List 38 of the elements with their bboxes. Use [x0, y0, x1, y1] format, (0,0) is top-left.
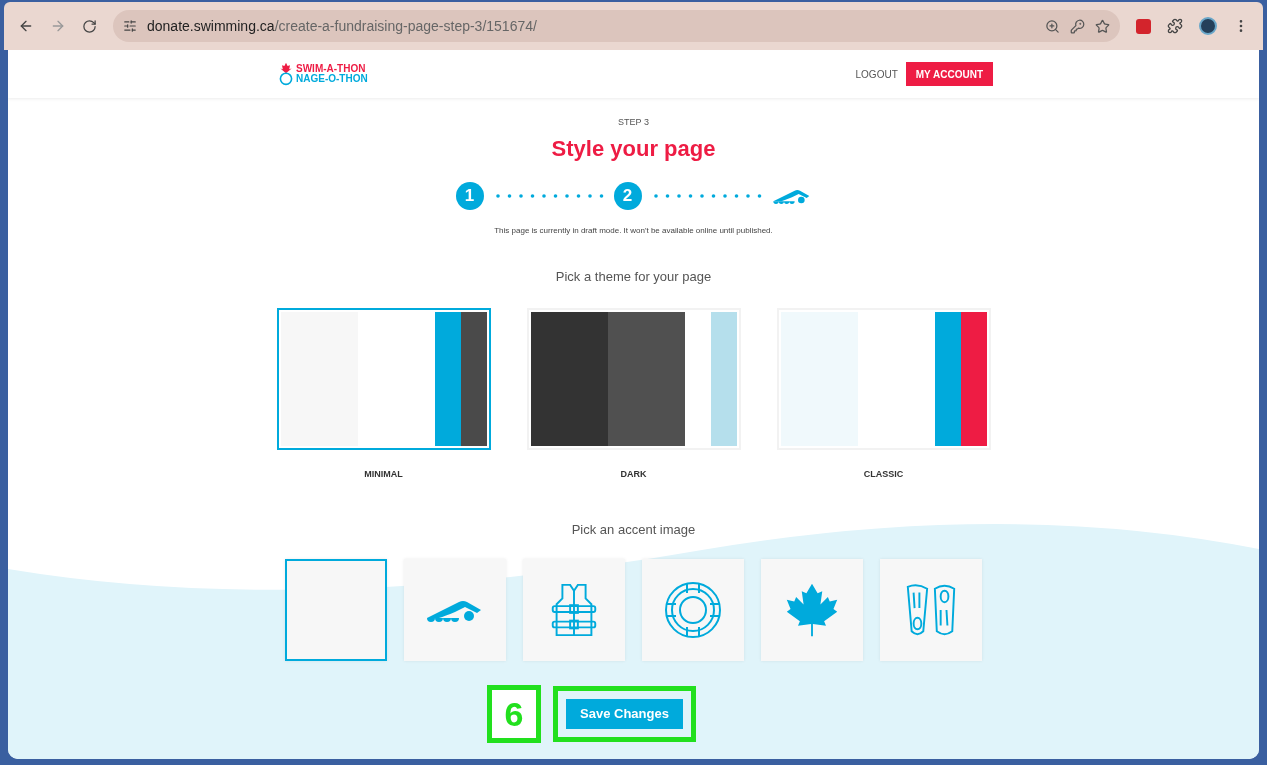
- my-account-button[interactable]: MY ACCOUNT: [905, 62, 993, 86]
- step-number: 1: [455, 181, 484, 210]
- pdf-extension-icon[interactable]: [1136, 18, 1151, 34]
- logout-link[interactable]: LOGOUT: [855, 66, 898, 82]
- accent-option[interactable]: [642, 559, 744, 661]
- annotation-number: 6: [487, 685, 542, 743]
- logo[interactable]: SWIM-A-THON NAGE-O-THON: [278, 62, 368, 86]
- profile-avatar-icon[interactable]: [1199, 17, 1217, 35]
- extensions-icon[interactable]: [1167, 18, 1183, 34]
- logo-emblem-icon: [278, 62, 294, 86]
- theme-name: CLASSIC: [863, 468, 904, 481]
- zoom-icon[interactable]: [1045, 18, 1060, 34]
- theme-option[interactable]: [276, 308, 491, 450]
- maple-leaf-icon: [784, 582, 840, 638]
- accent-option[interactable]: [404, 559, 506, 661]
- back-icon[interactable]: [18, 18, 34, 34]
- section-heading: Pick a theme for your page: [555, 267, 712, 286]
- bookmark-star-icon[interactable]: [1095, 18, 1110, 34]
- site-settings-icon[interactable]: [123, 19, 137, 33]
- accent-option[interactable]: [285, 559, 387, 661]
- url-text: donate.swimming.ca/create-a-fundraising-page-step-3/151674/: [147, 16, 537, 36]
- section-heading: Pick an accent image: [571, 520, 696, 539]
- step-label: STEP 3: [618, 116, 649, 129]
- save-changes-button[interactable]: Save Changes: [566, 699, 683, 729]
- reload-icon[interactable]: [82, 18, 97, 34]
- theme-name: DARK: [620, 468, 647, 481]
- logo-text: SWIM-A-THON: [296, 64, 367, 74]
- accent-option[interactable]: [761, 559, 863, 661]
- step-number: 2: [613, 181, 642, 210]
- draft-notice: This page is currently in draft mode. It won't be available online until published.: [494, 224, 773, 237]
- accent-option[interactable]: [880, 559, 982, 661]
- logo-text: NAGE-O-THON: [296, 74, 368, 84]
- accent-option[interactable]: [523, 559, 625, 661]
- key-icon[interactable]: [1070, 18, 1085, 34]
- address-bar[interactable]: donate.swimming.ca/create-a-fundraising-page-step-3/151674/: [113, 10, 1120, 42]
- life-ring-icon: [663, 580, 723, 640]
- theme-name: MINIMAL: [364, 468, 403, 481]
- page-title: Style your page: [551, 134, 716, 163]
